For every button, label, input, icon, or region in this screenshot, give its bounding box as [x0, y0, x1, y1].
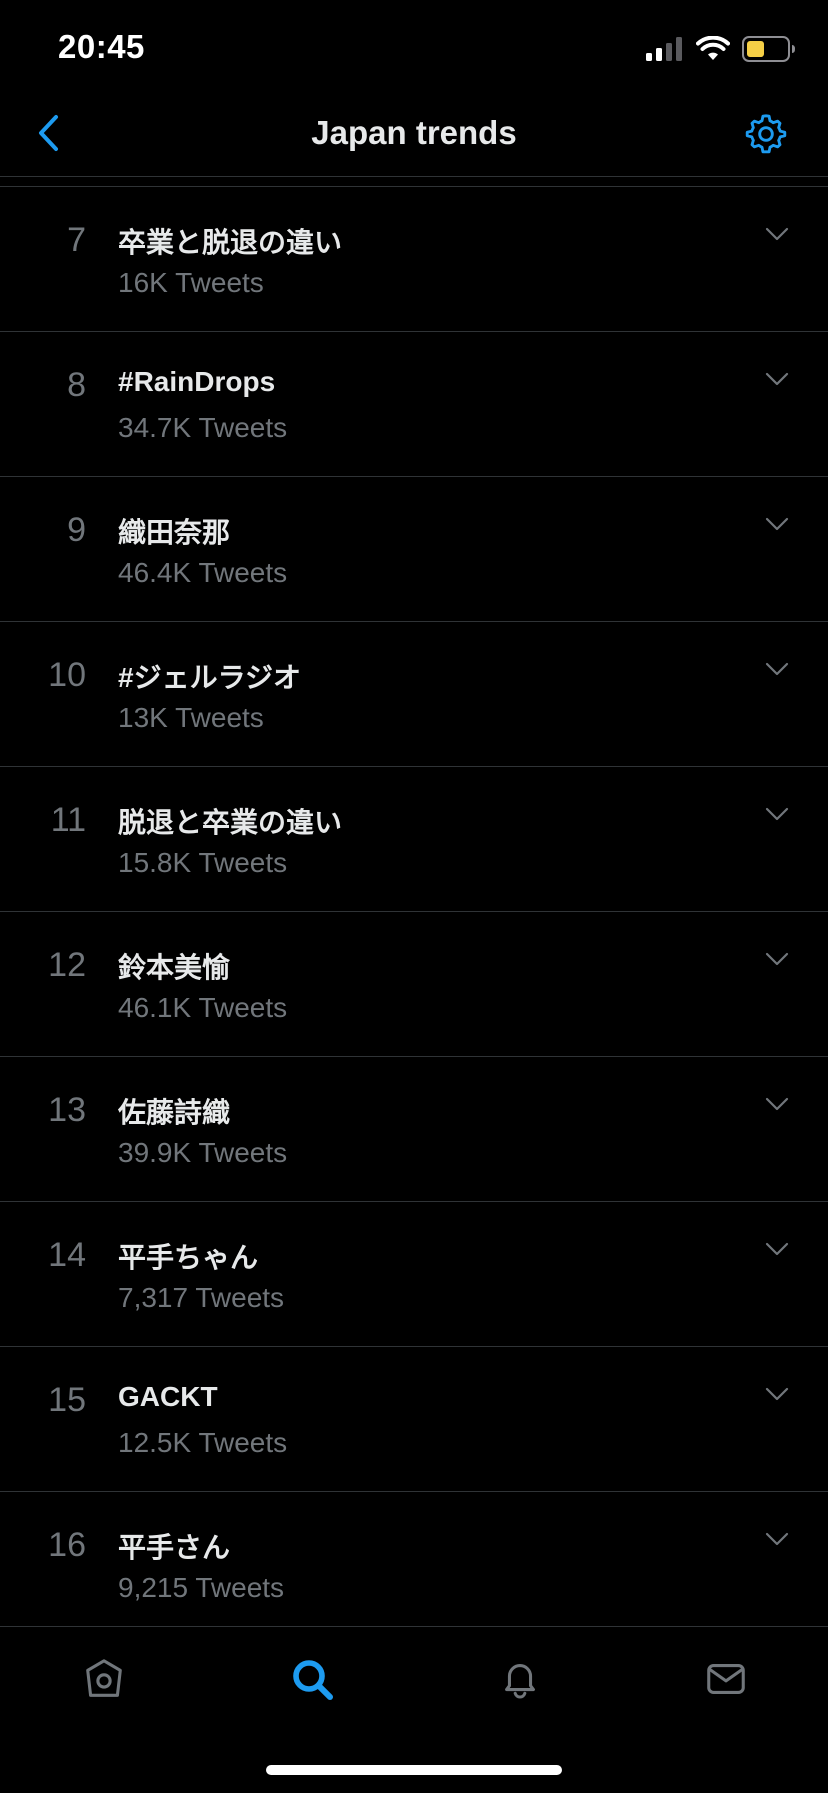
- trend-name: 卒業と脱退の違い: [118, 227, 343, 258]
- trend-rank: 10: [48, 656, 86, 694]
- chevron-down-icon[interactable]: [764, 1526, 790, 1552]
- chevron-down-icon[interactable]: [764, 511, 790, 537]
- trend-rank: 14: [48, 1236, 86, 1274]
- trend-tweet-count: 46.1K Tweets: [118, 992, 288, 1023]
- trend-name: #ジェルラジオ: [118, 662, 302, 693]
- trend-item[interactable]: 14 平手ちゃん 7,317 Tweets: [0, 1202, 828, 1347]
- trend-item[interactable]: 8 #RainDrops 34.7K Tweets: [0, 332, 828, 477]
- chevron-down-icon[interactable]: [764, 946, 790, 972]
- chevron-down-icon[interactable]: [764, 1091, 790, 1117]
- bell-icon: [497, 1656, 543, 1707]
- tab-notifications[interactable]: [490, 1651, 550, 1711]
- trend-tweet-count: 7,317 Tweets: [118, 1282, 285, 1313]
- chevron-down-icon[interactable]: [764, 1381, 790, 1407]
- trend-name: 鈴本美愉: [118, 952, 231, 983]
- trend-rank: 8: [67, 366, 86, 404]
- chevron-down-icon[interactable]: [764, 366, 790, 392]
- search-icon: [288, 1655, 336, 1708]
- tab-search[interactable]: [282, 1651, 342, 1711]
- trend-name: 佐藤詩織: [118, 1097, 231, 1128]
- chevron-down-icon[interactable]: [764, 801, 790, 827]
- battery-icon: [742, 36, 796, 67]
- trend-item[interactable]: 10 #ジェルラジオ 13K Tweets: [0, 622, 828, 767]
- cellular-signal-icon: [646, 37, 684, 66]
- chevron-down-icon[interactable]: [764, 1236, 790, 1262]
- page-title: Japan trends: [311, 114, 517, 151]
- gear-icon: [743, 111, 789, 162]
- trend-rank: 11: [50, 801, 86, 839]
- wifi-icon: [696, 35, 730, 67]
- trend-name: #RainDrops: [118, 366, 276, 397]
- trend-list: 7 卒業と脱退の違い 16K Tweets 8 #RainDrops 34.7K…: [0, 187, 828, 1637]
- home-icon: [81, 1656, 127, 1707]
- trend-item[interactable]: 15 GACKT 12.5K Tweets: [0, 1347, 828, 1492]
- settings-button[interactable]: [740, 110, 792, 162]
- trend-item[interactable]: 13 佐藤詩織 39.9K Tweets: [0, 1057, 828, 1202]
- trend-tweet-count: 34.7K Tweets: [118, 412, 288, 443]
- trend-rank: 7: [67, 221, 86, 259]
- trend-name: GACKT: [118, 1381, 218, 1412]
- home-indicator: [266, 1765, 562, 1775]
- chevron-down-icon[interactable]: [764, 221, 790, 247]
- trend-name: 脱退と卒業の違い: [118, 807, 343, 838]
- trend-name: 平手さん: [118, 1532, 231, 1563]
- mail-icon: [703, 1656, 749, 1707]
- trend-tweet-count: 16K Tweets: [118, 267, 264, 298]
- trend-name: 織田奈那: [118, 517, 231, 548]
- status-bar: 20:45: [0, 0, 828, 100]
- trend-item[interactable]: 11 脱退と卒業の違い 15.8K Tweets: [0, 767, 828, 912]
- trend-rank: 9: [67, 511, 86, 549]
- chevron-down-icon[interactable]: [764, 656, 790, 682]
- trend-tweet-count: 12.5K Tweets: [118, 1427, 288, 1458]
- trend-rank: 15: [48, 1381, 86, 1419]
- trend-rank: 16: [48, 1526, 86, 1564]
- trend-tweet-count: 39.9K Tweets: [118, 1137, 288, 1168]
- trend-rank: 12: [48, 946, 86, 984]
- nav-header: Japan trends: [0, 100, 828, 177]
- tab-messages[interactable]: [696, 1651, 756, 1711]
- status-time: 20:45: [58, 28, 145, 65]
- trend-rank: 13: [48, 1091, 86, 1129]
- trend-item[interactable]: 12 鈴本美愉 46.1K Tweets: [0, 912, 828, 1057]
- status-icons: [646, 35, 796, 67]
- tab-home[interactable]: [74, 1651, 134, 1711]
- trend-name: 平手ちゃん: [118, 1242, 259, 1273]
- trend-tweet-count: 15.8K Tweets: [118, 847, 288, 878]
- trend-tweet-count: 9,215 Tweets: [118, 1572, 285, 1603]
- trend-tweet-count: 13K Tweets: [118, 702, 264, 733]
- trend-item[interactable]: 7 卒業と脱退の違い 16K Tweets: [0, 187, 828, 332]
- trend-item[interactable]: 9 織田奈那 46.4K Tweets: [0, 477, 828, 622]
- trend-tweet-count: 46.4K Tweets: [118, 557, 288, 588]
- trend-item[interactable]: 16 平手さん 9,215 Tweets: [0, 1492, 828, 1637]
